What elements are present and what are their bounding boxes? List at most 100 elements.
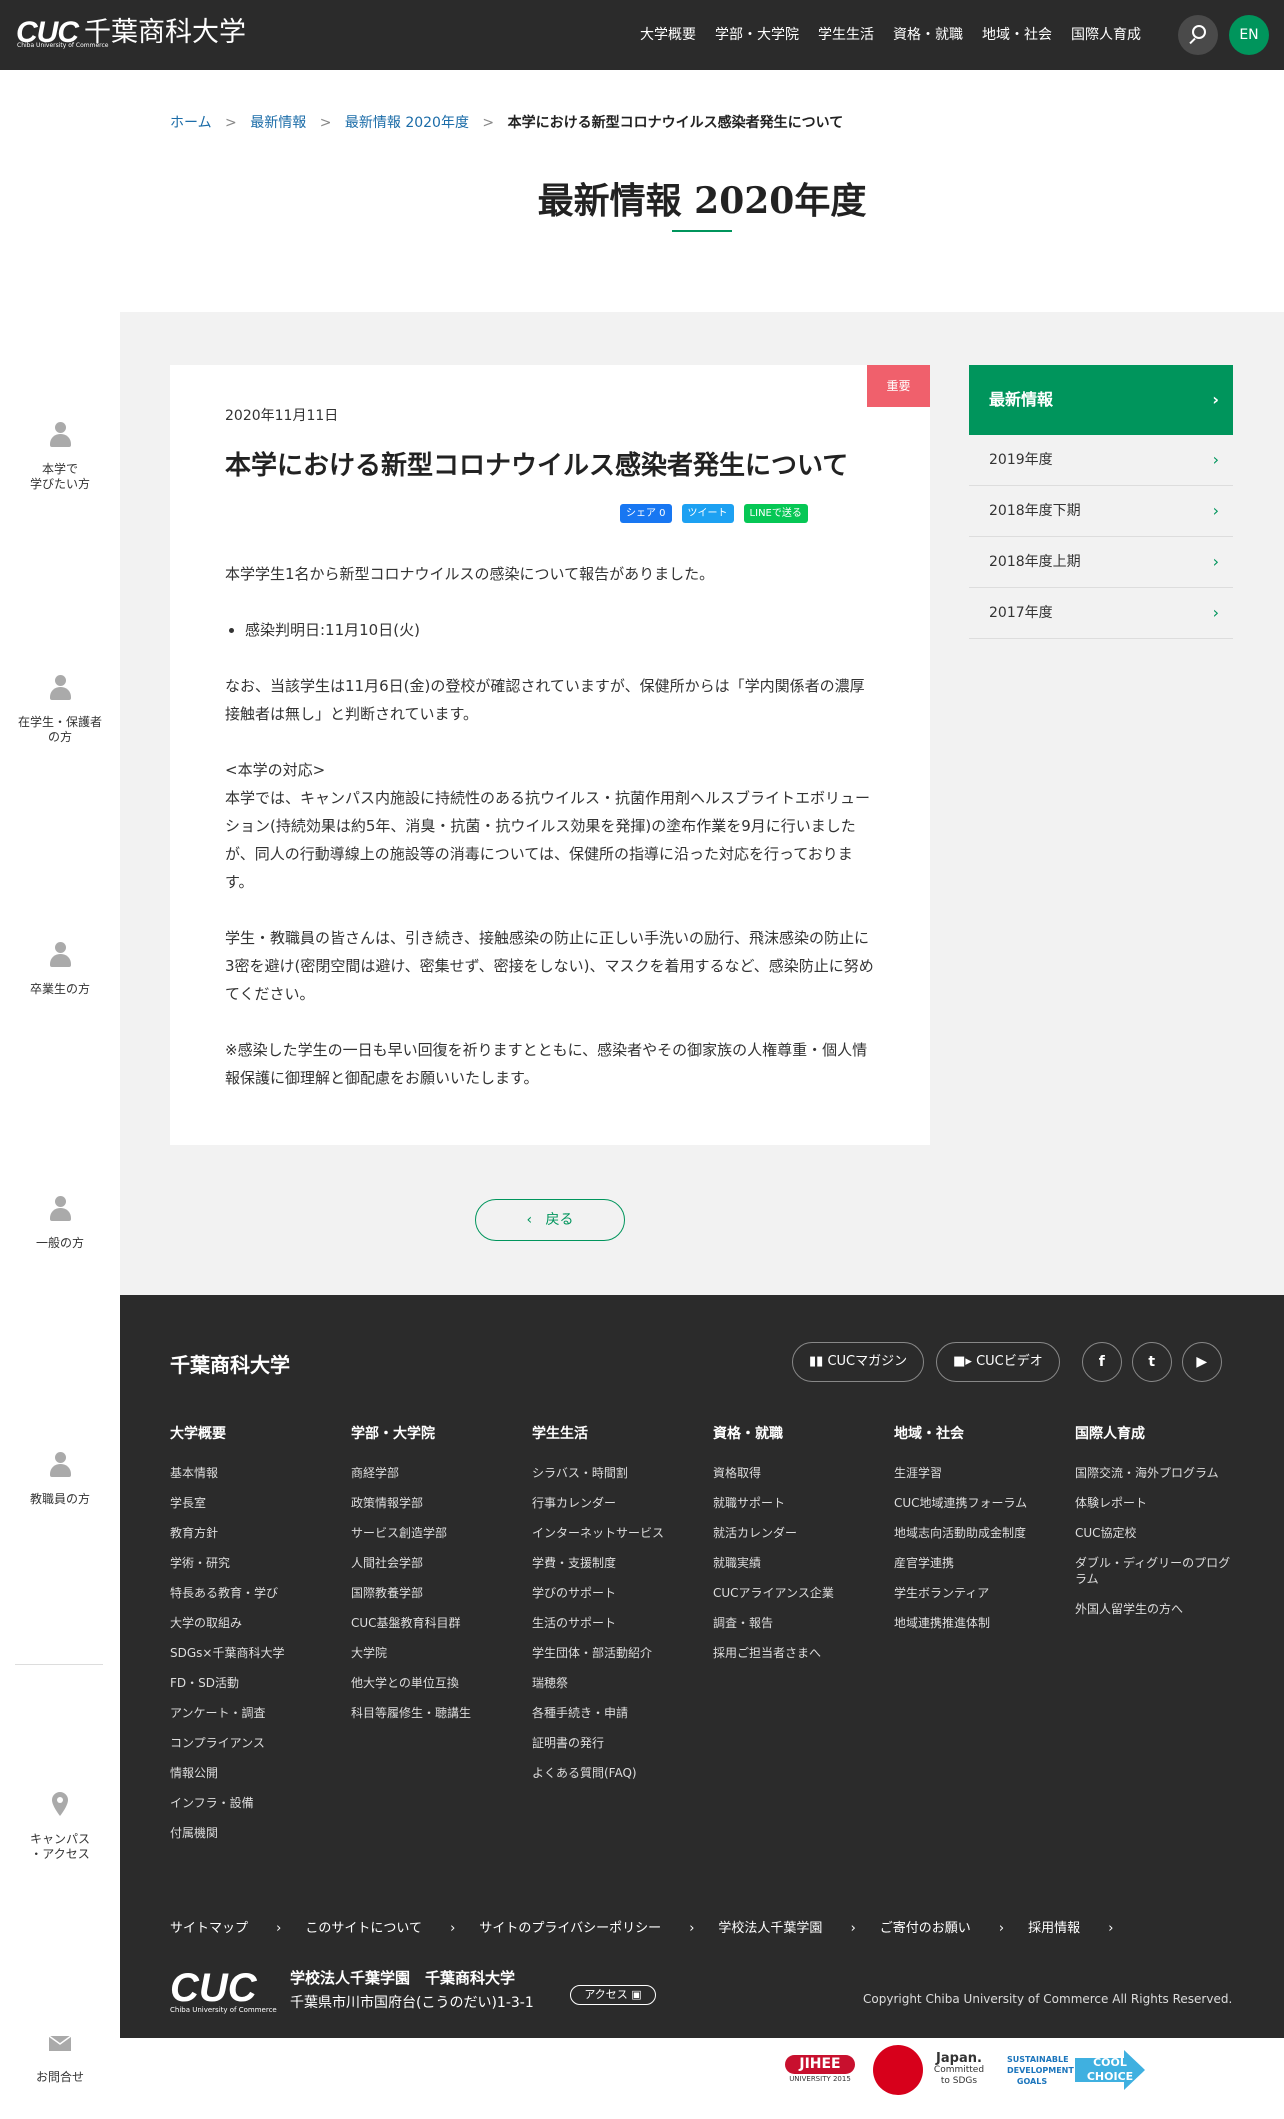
sidebar-item-access[interactable]: キャンパス ・アクセス — [0, 1790, 120, 1862]
footer-link[interactable]: 人間社会学部 — [351, 1555, 511, 1571]
cuc-video-button[interactable]: ■▸ CUCビデオ — [936, 1342, 1060, 1382]
footer-link[interactable]: CUCアライアンス企業 — [713, 1585, 873, 1601]
footer-link[interactable]: 商経学部 — [351, 1465, 511, 1481]
facebook-share-button[interactable]: シェア 0 — [620, 504, 672, 523]
footer-link[interactable]: 教育方針 — [170, 1525, 330, 1541]
footer-link[interactable]: 特長ある教育・学び — [170, 1585, 330, 1601]
footer-link[interactable]: CUC協定校 — [1075, 1525, 1235, 1541]
footer-link-about-site[interactable]: このサイトについて › — [305, 1917, 455, 1936]
footer-logo[interactable]: CUC Chiba University of Commerce — [170, 1968, 277, 2014]
cuc-magazine-button[interactable]: ▮▮ CUCマガジン — [792, 1342, 925, 1382]
footer-link[interactable]: 行事カレンダー — [532, 1495, 692, 1511]
facebook-icon[interactable]: f — [1081, 1342, 1122, 1382]
footer-link[interactable]: 他大学との単位互換 — [351, 1675, 511, 1691]
footer-link[interactable]: 外国人留学生の方へ — [1075, 1601, 1235, 1617]
breadcrumb-news-2020[interactable]: 最新情報 2020年度 — [345, 115, 469, 131]
cool-choice-banner[interactable]: COOL CHOICE — [1075, 2050, 1145, 2090]
jihee-banner[interactable]: JIHEE UNIVERSITY 2015 — [785, 2055, 855, 2085]
footer-link[interactable]: サービス創造学部 — [351, 1525, 511, 1541]
footer-link[interactable]: CUC地域連携フォーラム — [894, 1495, 1054, 1511]
site-logo[interactable]: CUC Chiba University of Commerce 千葉商科大学 — [16, 18, 246, 50]
footer-link[interactable]: 地域志向活動助成金制度 — [894, 1525, 1054, 1541]
footer-link[interactable]: 国際交流・海外プログラム — [1075, 1465, 1235, 1481]
footer-link[interactable]: 調査・報告 — [713, 1615, 873, 1631]
language-en-button[interactable]: EN — [1229, 15, 1269, 55]
footer-link[interactable]: 学生団体・部活動紹介 — [532, 1645, 692, 1661]
news-year-nav-header[interactable]: 最新情報 › — [969, 365, 1233, 435]
footer-link[interactable]: 政策情報学部 — [351, 1495, 511, 1511]
footer-link[interactable]: 資格取得 — [713, 1465, 873, 1481]
sidebar-item-alumni[interactable]: 卒業生の方 — [0, 940, 120, 997]
sidebar-item-contact[interactable]: お問合せ — [0, 2028, 120, 2085]
nav-item-community[interactable]: 地域・社会 — [982, 24, 1052, 44]
footer-link-sitemap[interactable]: サイトマップ › — [170, 1917, 281, 1936]
footer-link[interactable]: 学費・支援制度 — [532, 1555, 692, 1571]
footer-link[interactable]: アンケート・調査 — [170, 1705, 330, 1721]
twitter-icon[interactable]: t — [1131, 1342, 1172, 1382]
news-year-item[interactable]: 2018年度下期 › — [969, 486, 1233, 537]
breadcrumb-news[interactable]: 最新情報 — [250, 115, 306, 131]
footer-link[interactable]: 体験レポート — [1075, 1495, 1235, 1511]
footer-link[interactable]: 国際教養学部 — [351, 1585, 511, 1601]
footer-column-heading[interactable]: 資格・就職 — [713, 1423, 873, 1443]
search-icon[interactable] — [1178, 15, 1218, 55]
footer-link[interactable]: 学長室 — [170, 1495, 330, 1511]
footer-link[interactable]: シラバス・時間割 — [532, 1465, 692, 1481]
footer-link[interactable]: 瑞穂祭 — [532, 1675, 692, 1691]
footer-link[interactable]: 学びのサポート — [532, 1585, 692, 1601]
news-year-item[interactable]: 2017年度 › — [969, 588, 1233, 639]
footer-link[interactable]: 証明書の発行 — [532, 1735, 692, 1751]
sidebar-item-general[interactable]: 一般の方 — [0, 1194, 120, 1251]
footer-link[interactable]: 大学の取組み — [170, 1615, 330, 1631]
footer-link[interactable]: コンプライアンス — [170, 1735, 330, 1751]
footer-link[interactable]: 大学院 — [351, 1645, 511, 1661]
footer-link[interactable]: 採用ご担当者さまへ — [713, 1645, 873, 1661]
footer-link[interactable]: 就職実績 — [713, 1555, 873, 1571]
line-share-button[interactable]: LINEで送る — [743, 504, 808, 523]
footer-link[interactable]: 就活カレンダー — [713, 1525, 873, 1541]
footer-access-button[interactable]: アクセス ▣ — [570, 1985, 656, 2005]
footer-link[interactable]: 情報公開 — [170, 1765, 330, 1781]
news-year-item[interactable]: 2018年度上期 › — [969, 537, 1233, 588]
nav-item-about[interactable]: 大学概要 — [640, 24, 696, 44]
footer-column-heading[interactable]: 学生生活 — [532, 1423, 692, 1443]
footer-link-privacy[interactable]: サイトのプライバシーポリシー › — [479, 1917, 694, 1936]
footer-link[interactable]: インターネットサービス — [532, 1525, 692, 1541]
footer-link-donation[interactable]: ご寄付のお願い › — [880, 1917, 1004, 1936]
footer-link[interactable]: ダブル・ディグリーのプログラム — [1075, 1555, 1235, 1587]
footer-link-chiba-gakuen[interactable]: 学校法人千葉学園 › — [718, 1917, 855, 1936]
twitter-share-button[interactable]: ツイート — [681, 504, 734, 523]
sidebar-item-prospective[interactable]: 本学で 学びたい方 — [0, 420, 120, 492]
footer-link[interactable]: 就職サポート — [713, 1495, 873, 1511]
japan-sdgs-banner[interactable]: Japan. Committed to SDGs — [873, 2045, 989, 2095]
sidebar-item-faculty[interactable]: 教職員の方 — [0, 1450, 120, 1507]
breadcrumb-home[interactable]: ホーム — [170, 115, 212, 131]
footer-column-heading[interactable]: 大学概要 — [170, 1423, 330, 1443]
footer-link[interactable]: SDGs×千葉商科大学 — [170, 1645, 330, 1661]
youtube-icon[interactable]: ▶ — [1181, 1342, 1222, 1382]
footer-link[interactable]: CUC基盤教育科目群 — [351, 1615, 511, 1631]
footer-link[interactable]: 生涯学習 — [894, 1465, 1054, 1481]
nav-item-international[interactable]: 国際人育成 — [1071, 24, 1141, 44]
back-button[interactable]: ‹ 戻る — [475, 1199, 625, 1241]
footer-link[interactable]: インフラ・設備 — [170, 1795, 330, 1811]
news-year-item[interactable]: 2019年度 › — [969, 435, 1233, 486]
footer-link[interactable]: 産官学連携 — [894, 1555, 1054, 1571]
footer-link[interactable]: 科目等履修生・聴講生 — [351, 1705, 511, 1721]
footer-link-recruit[interactable]: 採用情報 › — [1028, 1917, 1113, 1936]
footer-link[interactable]: 学術・研究 — [170, 1555, 330, 1571]
footer-link[interactable]: 基本情報 — [170, 1465, 330, 1481]
footer-column-heading[interactable]: 国際人育成 — [1075, 1423, 1235, 1443]
footer-column-heading[interactable]: 地域・社会 — [894, 1423, 1054, 1443]
footer-column-heading[interactable]: 学部・大学院 — [351, 1423, 511, 1443]
footer-link[interactable]: FD・SD活動 — [170, 1675, 330, 1691]
nav-item-careers[interactable]: 資格・就職 — [893, 24, 963, 44]
nav-item-student-life[interactable]: 学生生活 — [818, 24, 874, 44]
footer-link[interactable]: 各種手続き・申請 — [532, 1705, 692, 1721]
footer-link[interactable]: 地域連携推進体制 — [894, 1615, 1054, 1631]
footer-link[interactable]: よくある質問(FAQ) — [532, 1765, 692, 1781]
footer-link[interactable]: 付属機関 — [170, 1825, 330, 1841]
sidebar-item-students[interactable]: 在学生・保護者 の方 — [0, 673, 120, 745]
footer-link[interactable]: 生活のサポート — [532, 1615, 692, 1631]
sdgs-banner[interactable]: SUSTAINABLE DEVELOPMENT GOALS — [1007, 2054, 1074, 2087]
